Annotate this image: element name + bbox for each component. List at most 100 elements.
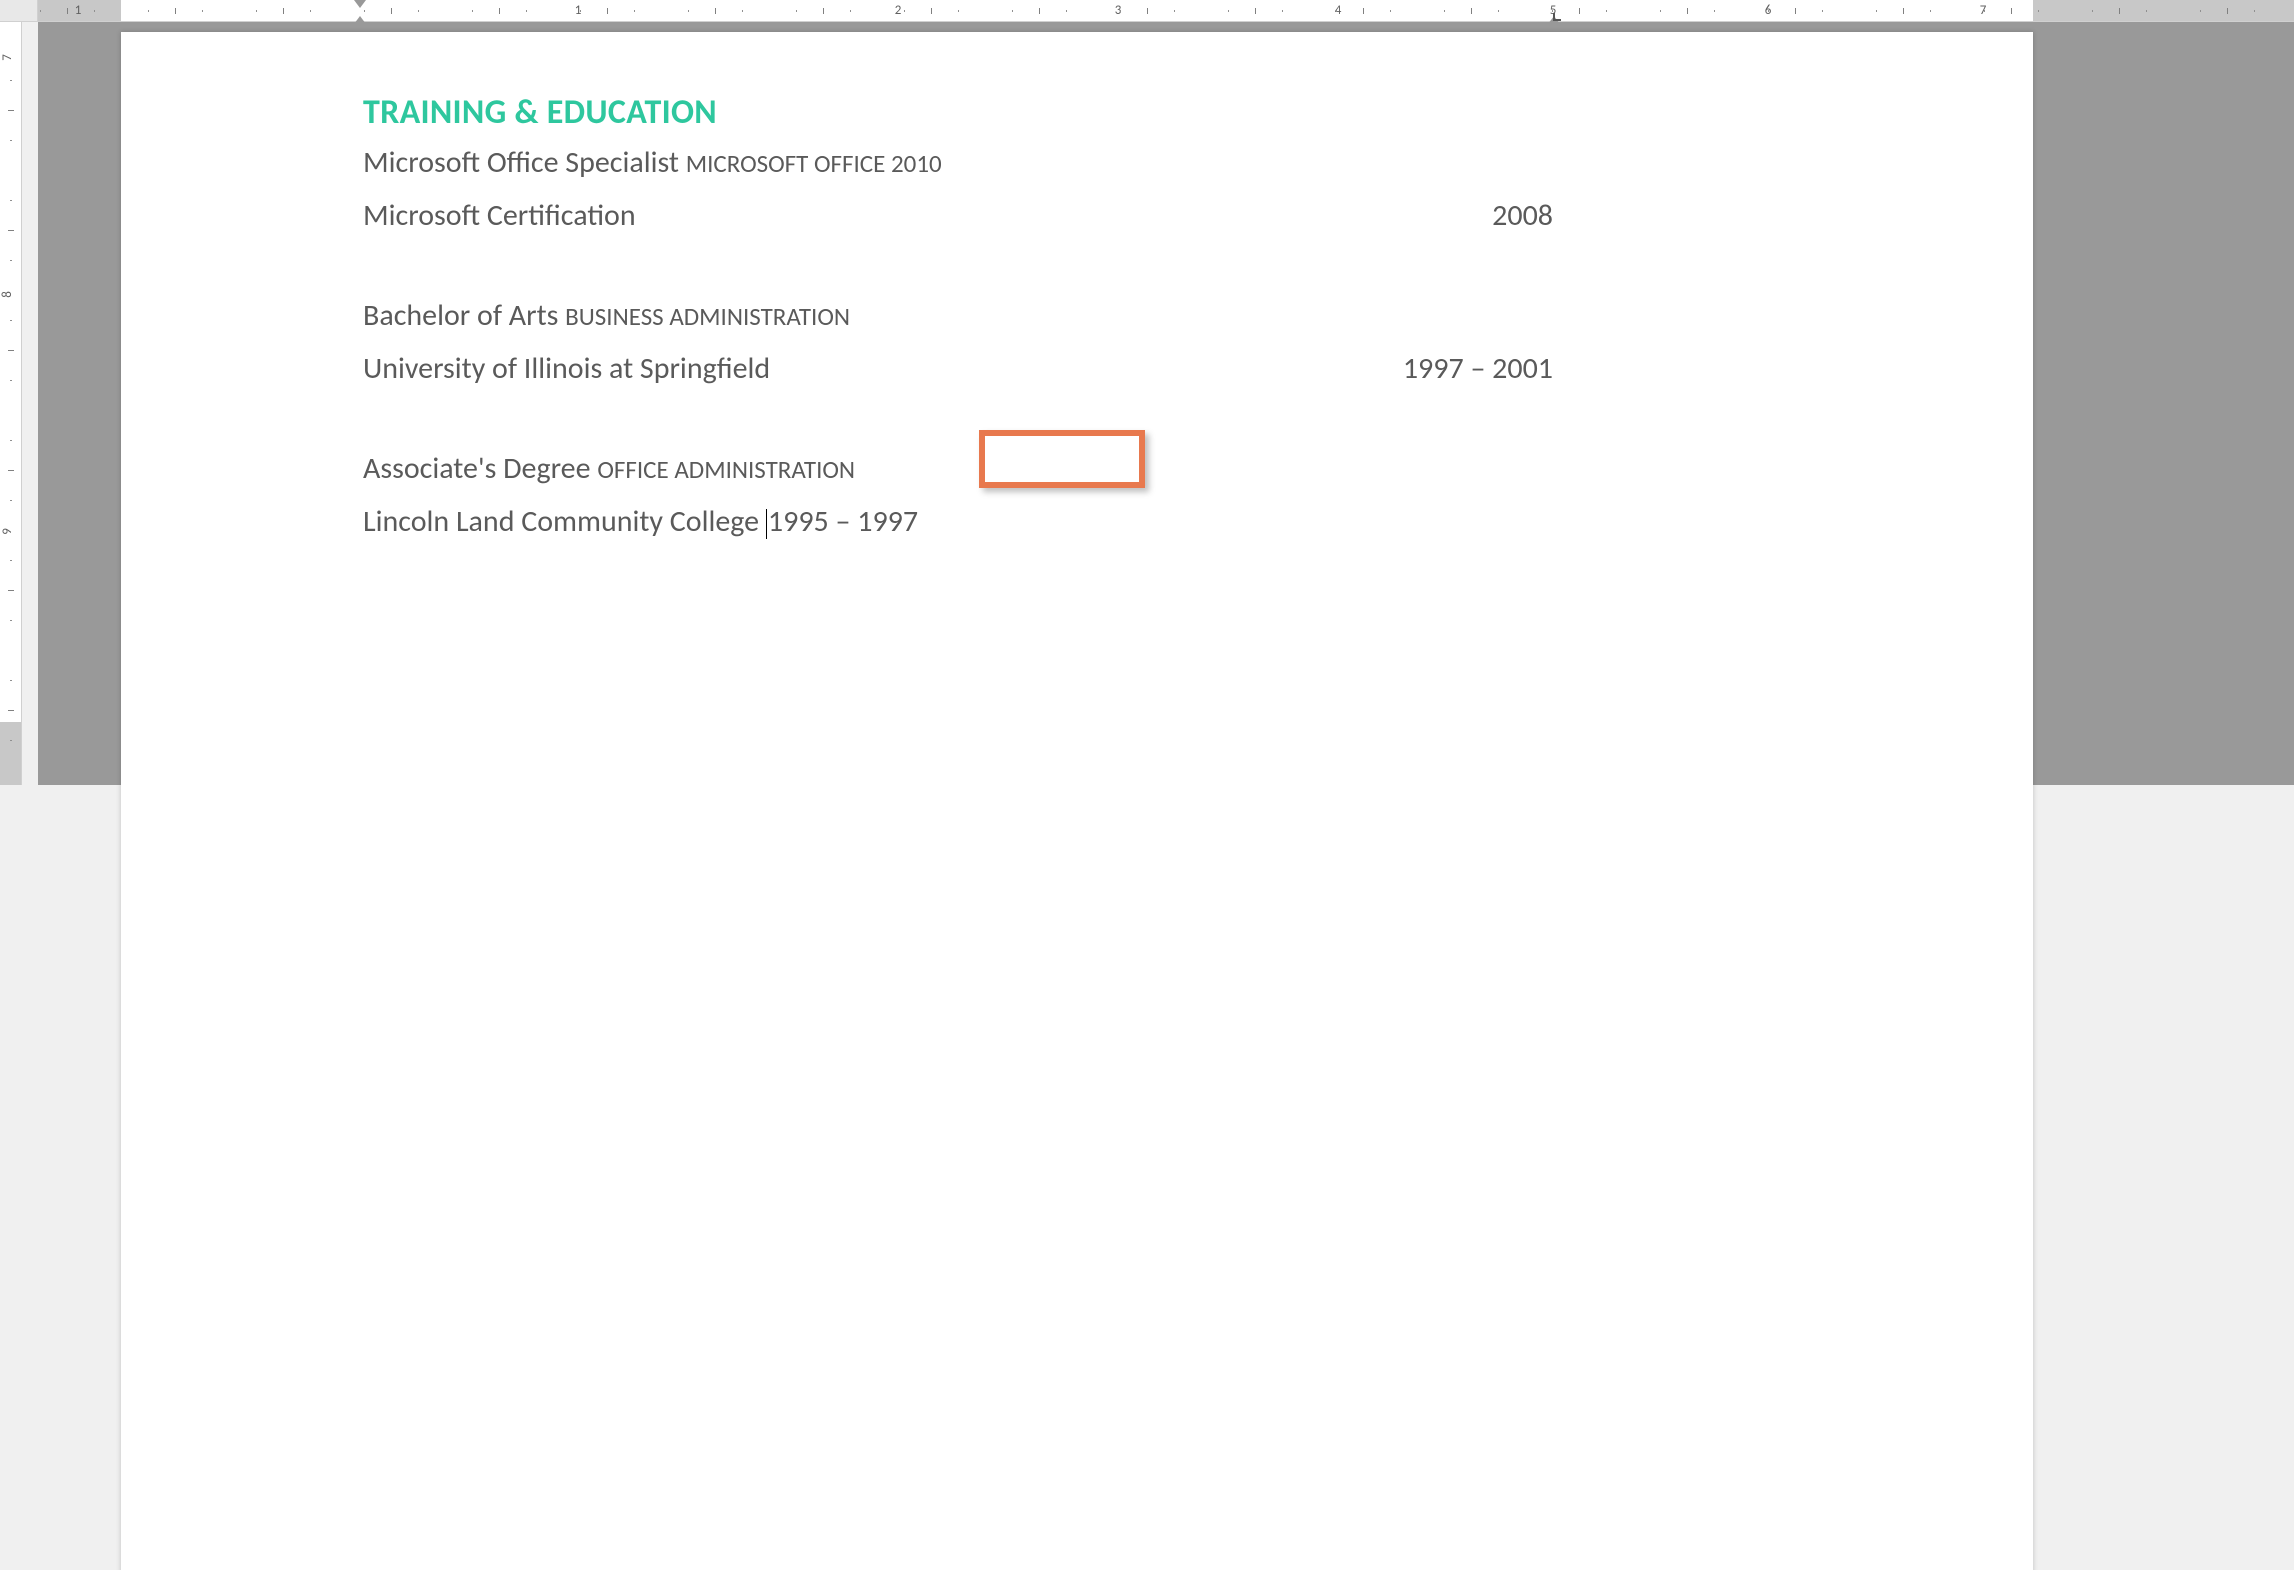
ruler-tick — [1174, 10, 1175, 12]
ruler-tick — [10, 200, 12, 201]
ruler-tick — [796, 10, 797, 12]
ruler-v-number: 9 — [0, 528, 15, 535]
vertical-ruler[interactable]: 7 8 9 — [0, 22, 22, 785]
ruler-tick — [10, 740, 12, 741]
ruler-tick — [2011, 8, 2012, 14]
ruler-v-number: 7 — [0, 54, 15, 61]
ruler-tick — [10, 320, 12, 321]
entry-date: 1997 – 2001 — [1403, 343, 1553, 395]
entry-subtitle: OFFICE ADMINISTRATION — [597, 454, 855, 485]
ruler-tick — [10, 680, 12, 681]
ruler-tick — [1714, 10, 1715, 12]
ruler-tick — [715, 8, 716, 14]
ruler-tick — [472, 10, 473, 12]
ruler-tick — [2092, 10, 2093, 12]
ruler-tick — [8, 470, 14, 471]
horizontal-ruler[interactable]: 1 1 2 3 4 5 6 7 — [38, 0, 2294, 22]
ruler-tick — [40, 10, 41, 12]
ruler-tick — [202, 10, 203, 12]
ruler-tick — [1984, 10, 1985, 12]
entry-subtitle: BUSINESS ADMINISTRATION — [565, 301, 850, 332]
entry-title: Microsoft Office Specialist — [363, 144, 679, 181]
ruler-tick — [10, 80, 12, 81]
ruler-tick — [310, 10, 311, 12]
tab-stop-marker[interactable] — [1553, 13, 1561, 21]
ruler-tick — [1795, 8, 1796, 14]
entry-org: University of Illinois at Springfield — [363, 343, 770, 395]
ruler-tick — [931, 8, 932, 14]
ruler-tick — [283, 8, 284, 14]
ruler-tick — [1255, 8, 1256, 14]
ruler-tick — [580, 10, 581, 12]
ruler-tick — [10, 560, 12, 561]
ruler-tick — [1147, 8, 1148, 14]
ruler-tick — [94, 10, 95, 12]
ruler-tick — [1660, 10, 1661, 12]
ruler-tick — [2146, 10, 2147, 12]
ruler-tick — [1903, 8, 1904, 14]
ruler-tick — [8, 590, 14, 591]
ruler-tick — [10, 440, 12, 441]
ruler-tick — [2038, 10, 2039, 12]
ruler-tick — [1390, 10, 1391, 12]
ruler-tick — [1012, 10, 1013, 12]
ruler-tick — [1606, 10, 1607, 12]
ruler-tick — [607, 8, 608, 14]
entry-title: Bachelor of Arts — [363, 297, 558, 334]
education-entry-line[interactable]: Microsoft Certification 2008 — [363, 190, 1553, 242]
ruler-tick — [850, 10, 851, 12]
ruler-tick — [742, 10, 743, 12]
ruler-tick — [10, 140, 12, 141]
ruler-tick — [2254, 10, 2255, 12]
ruler-tick — [8, 110, 14, 111]
ruler-tick — [1363, 8, 1364, 14]
ruler-tick — [958, 10, 959, 12]
ruler-tick — [175, 8, 176, 14]
ruler-tick — [1768, 10, 1769, 12]
ruler-tick — [1066, 10, 1067, 12]
ruler-v-margin-bottom — [0, 722, 21, 785]
ruler-tick — [67, 8, 68, 14]
ruler-tick — [2200, 10, 2201, 12]
ruler-tick — [688, 10, 689, 12]
first-line-indent-marker[interactable] — [354, 0, 366, 8]
ruler-tick — [1930, 10, 1931, 12]
ruler-tick — [1336, 10, 1337, 12]
ruler-tick — [8, 230, 14, 231]
ruler-tick — [364, 10, 365, 12]
ruler-tick — [1579, 8, 1580, 14]
ruler-tick — [8, 710, 14, 711]
ruler-tick — [256, 10, 257, 12]
ruler-tick — [1282, 10, 1283, 12]
document-content[interactable]: TRAINING & EDUCATION Microsoft Office Sp… — [363, 92, 1553, 548]
entry-title: Associate's Degree — [363, 450, 591, 487]
text-cursor — [766, 509, 767, 539]
ruler-h-number: 7 — [1980, 3, 1987, 18]
ruler-tick — [823, 8, 824, 14]
section-heading[interactable]: TRAINING & EDUCATION — [363, 92, 1553, 133]
education-entry-line[interactable]: Lincoln Land Community College 1995 – 19… — [363, 496, 1553, 548]
ruler-tick — [10, 620, 12, 621]
entry-org: Microsoft Certification — [363, 190, 636, 242]
education-entry-line[interactable]: Associate's Degree OFFICE ADMINISTRATION — [363, 443, 1553, 496]
ruler-tick — [1444, 10, 1445, 12]
ruler-v-number: 8 — [0, 291, 15, 298]
ruler-tick — [1876, 10, 1877, 12]
ruler-tick — [8, 350, 14, 351]
ruler-corner — [0, 0, 38, 22]
ruler-tick — [1552, 10, 1553, 12]
ruler-tick — [418, 10, 419, 12]
education-entry-line[interactable]: University of Illinois at Springfield 19… — [363, 343, 1553, 395]
ruler-tick — [148, 10, 149, 12]
education-entry-line[interactable]: Microsoft Office Specialist MICROSOFT OF… — [363, 137, 1553, 190]
document-page[interactable]: TRAINING & EDUCATION Microsoft Office Sp… — [121, 32, 2033, 1570]
entry-date: 2008 — [1492, 190, 1553, 242]
ruler-tick — [2119, 8, 2120, 14]
education-entry-line[interactable]: Bachelor of Arts BUSINESS ADMINISTRATION — [363, 290, 1553, 343]
ruler-tick — [2227, 8, 2228, 14]
ruler-tick — [1822, 10, 1823, 12]
ruler-h-number: 2 — [895, 3, 902, 18]
ruler-tick — [1039, 8, 1040, 14]
ruler-tick — [10, 500, 12, 501]
ruler-tick — [499, 8, 500, 14]
